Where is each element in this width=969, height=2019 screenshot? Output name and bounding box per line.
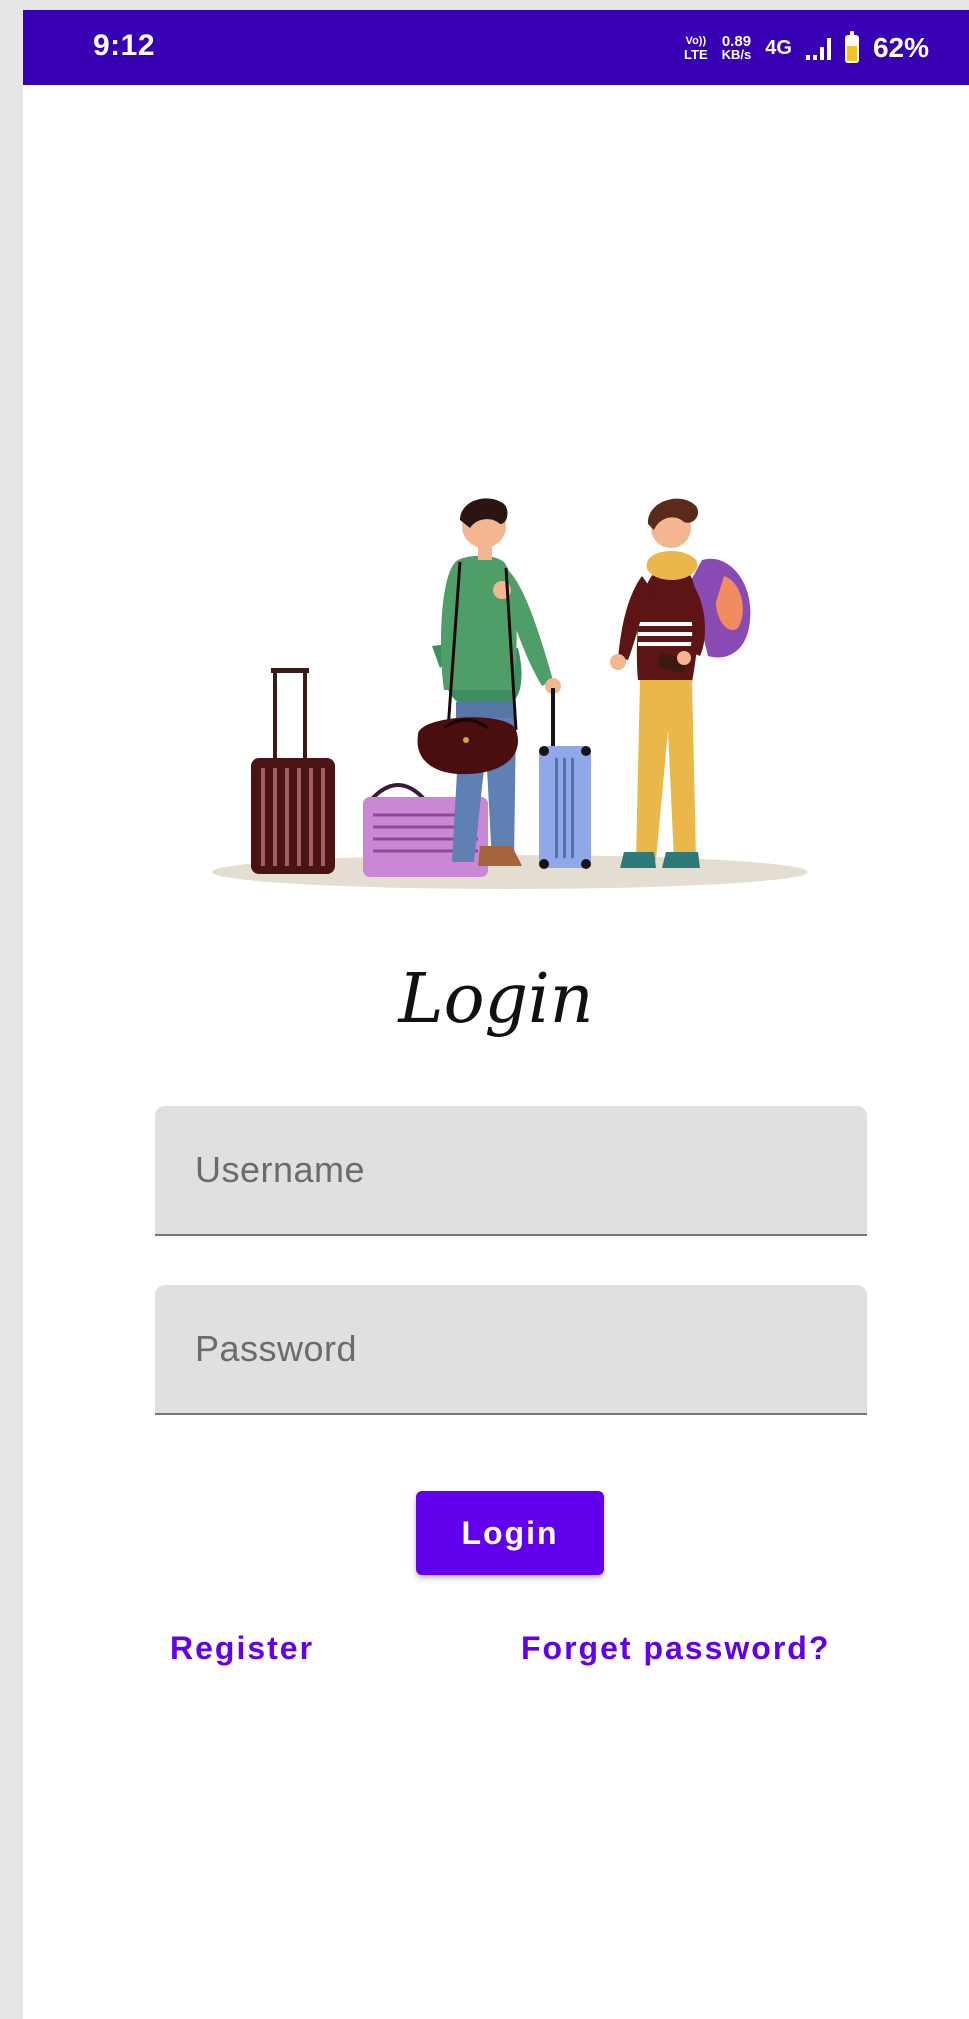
username-field[interactable] xyxy=(155,1106,867,1236)
forgot-password-link[interactable]: Forget password? xyxy=(521,1630,830,1667)
speed-unit: KB/s xyxy=(721,47,752,62)
man-with-backpack-icon xyxy=(610,498,751,868)
travelers-illustration xyxy=(212,498,808,889)
status-bar: 9:12 Vo)) LTE 0.89 KB/s 4G 62% xyxy=(23,10,969,85)
signal-icon xyxy=(805,36,831,60)
volte-indicator: Vo)) LTE xyxy=(684,35,708,61)
battery-percent: 62% xyxy=(872,32,929,63)
volte-bottom: LTE xyxy=(684,47,708,62)
username-input[interactable] xyxy=(155,1106,867,1234)
battery-icon xyxy=(844,31,859,63)
register-link[interactable]: Register xyxy=(170,1630,314,1667)
network-speed: 0.89 KB/s xyxy=(721,34,752,62)
blue-suitcase-icon xyxy=(539,688,591,869)
login-title: Login xyxy=(398,960,594,1039)
password-input[interactable] xyxy=(155,1285,867,1413)
login-button[interactable]: Login xyxy=(416,1491,604,1575)
password-field[interactable] xyxy=(155,1285,867,1415)
brown-suitcase-icon xyxy=(251,668,335,874)
login-screen: 9:12 Vo)) LTE 0.89 KB/s 4G 62% Login Use… xyxy=(23,10,969,2019)
status-time: 9:12 xyxy=(93,29,156,62)
network-type: 4G xyxy=(765,36,792,59)
status-icons: Vo)) LTE 0.89 KB/s 4G 62% xyxy=(684,24,929,72)
